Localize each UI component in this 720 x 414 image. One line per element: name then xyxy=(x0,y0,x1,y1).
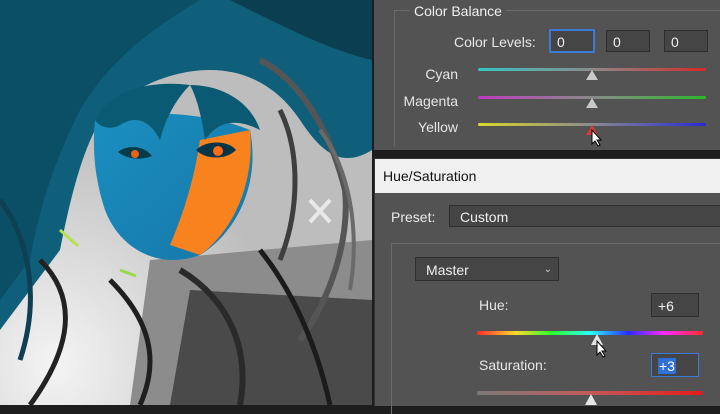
preset-label: Preset: xyxy=(391,209,436,225)
color-level-yellow-blue-input[interactable]: 0 xyxy=(664,30,708,52)
artwork-canvas[interactable] xyxy=(0,0,372,405)
hue-label: Hue: xyxy=(479,297,509,313)
saturation-value-text: +3 xyxy=(658,358,676,374)
yellow-label: Yellow xyxy=(418,119,458,135)
channel-dropdown-value: Master xyxy=(426,262,469,278)
anime-girl-illustration xyxy=(0,0,372,405)
color-level-cyan-red-input[interactable]: 0 xyxy=(550,30,594,52)
magenta-green-slider-thumb[interactable] xyxy=(586,98,598,108)
color-levels-label: Color Levels: xyxy=(454,34,536,50)
mouse-pointer-icon xyxy=(591,129,603,147)
channel-dropdown[interactable]: Master ⌄ xyxy=(415,257,559,281)
hue-saturation-titlebar[interactable]: Hue/Saturation xyxy=(375,159,720,193)
saturation-slider-thumb[interactable] xyxy=(585,394,597,405)
cyan-label: Cyan xyxy=(425,66,458,82)
hue-saturation-title: Hue/Saturation xyxy=(383,168,477,184)
hue-saturation-panel: Hue/Saturation Preset: Custom Master ⌄ H… xyxy=(374,158,720,414)
hue-value-input[interactable]: +6 xyxy=(651,293,699,317)
saturation-value-input[interactable]: +3 xyxy=(651,353,699,377)
preset-dropdown[interactable]: Custom xyxy=(449,205,720,227)
hue-slider[interactable] xyxy=(477,331,703,335)
mouse-pointer-icon xyxy=(596,340,608,358)
chevron-down-icon: ⌄ xyxy=(543,264,552,275)
magenta-label: Magenta xyxy=(403,93,458,109)
saturation-label: Saturation: xyxy=(479,357,547,373)
cyan-red-slider-thumb[interactable] xyxy=(586,70,598,80)
color-level-magenta-green-input[interactable]: 0 xyxy=(606,30,650,52)
color-balance-title: Color Balance xyxy=(410,3,506,19)
color-balance-panel: Color Balance Color Levels: 0 0 0 Cyan M… xyxy=(374,0,720,150)
